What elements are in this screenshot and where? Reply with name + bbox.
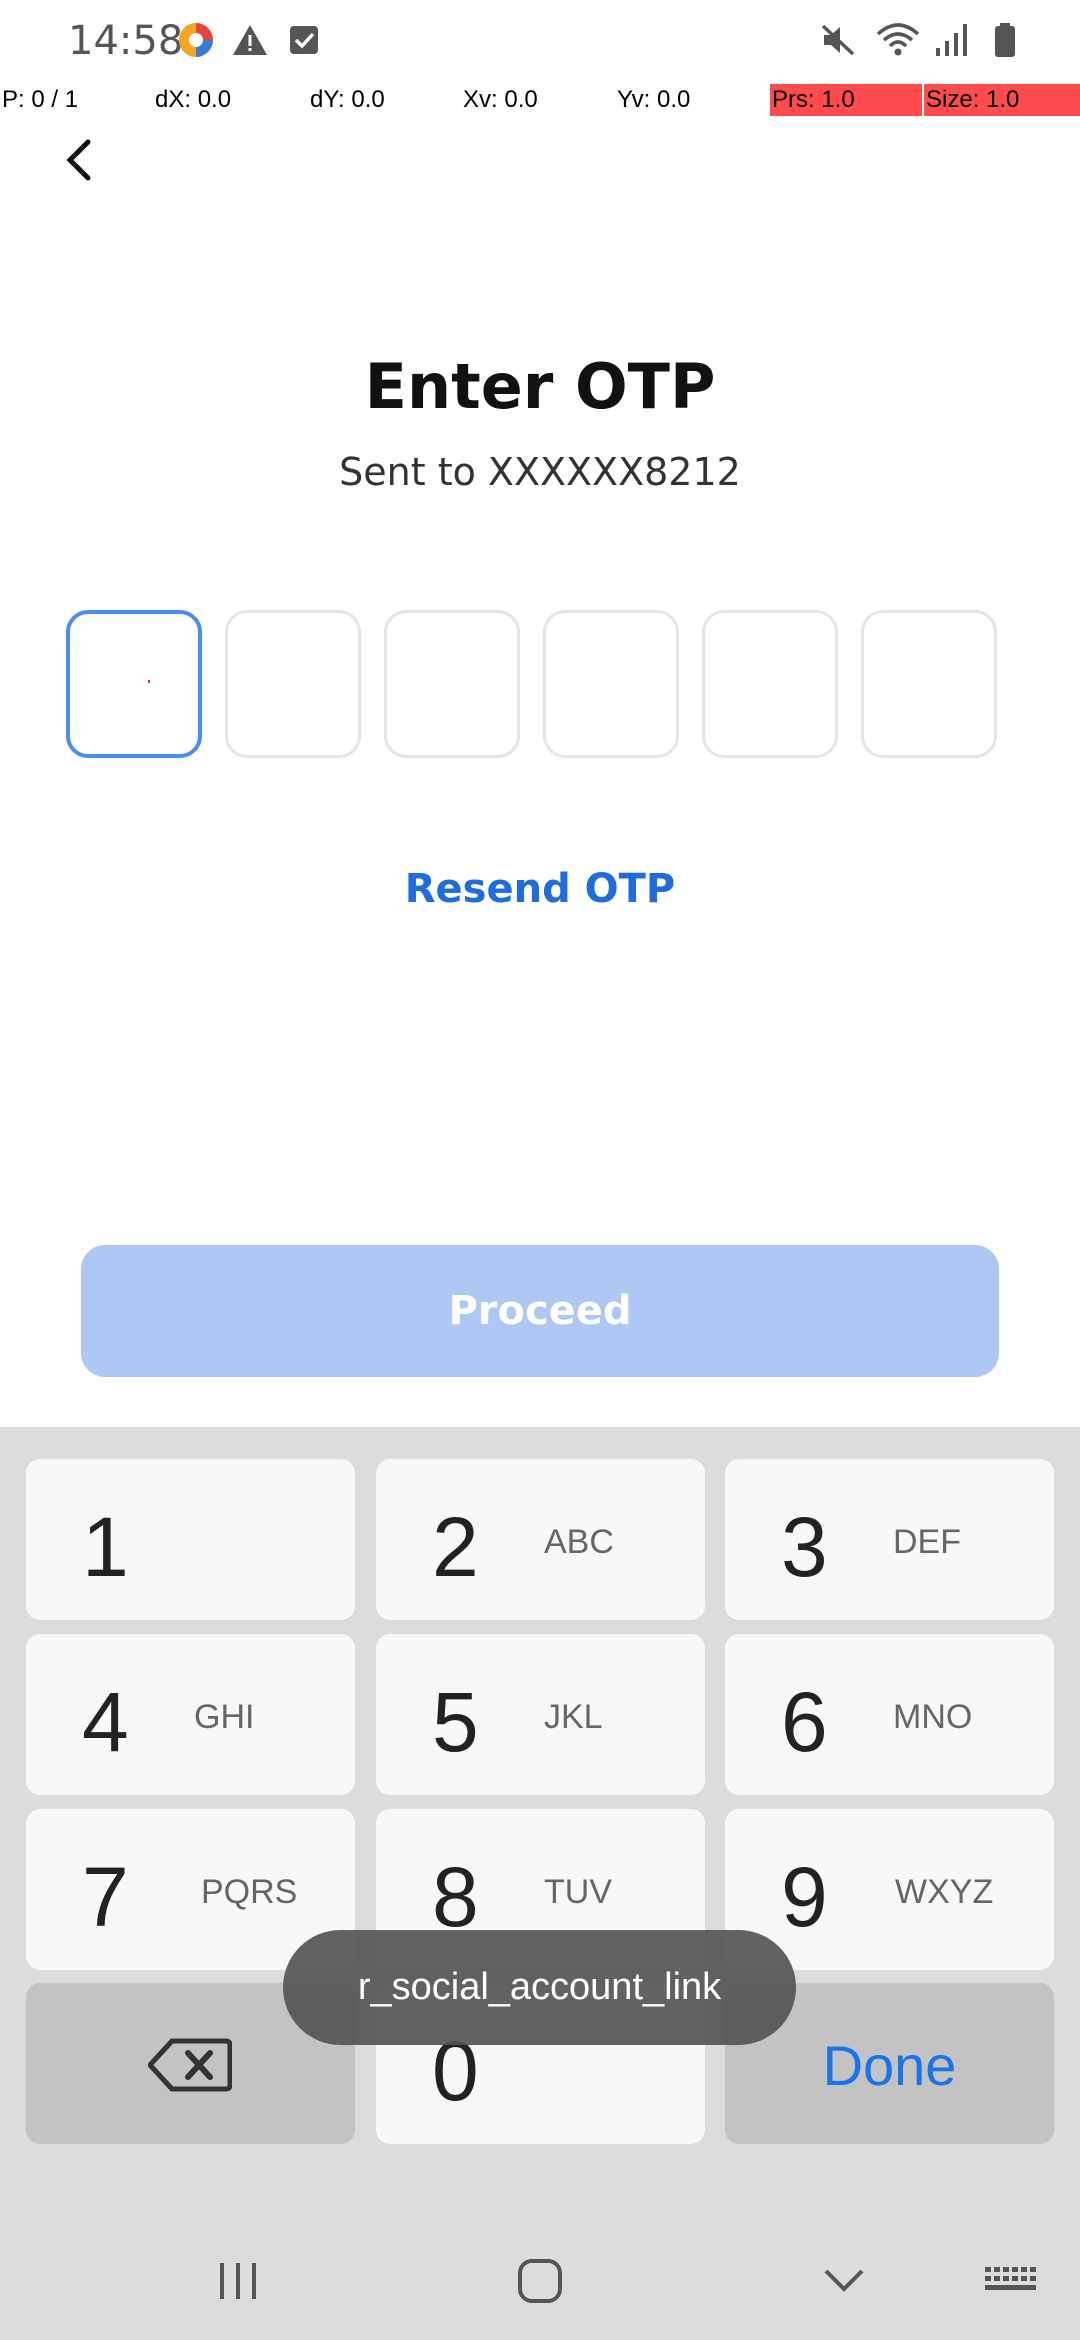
otp-sent-to-text: Sent to XXXXXX8212 bbox=[339, 450, 741, 494]
key-1[interactable]: 1 bbox=[26, 1459, 355, 1620]
key-letters: MNO bbox=[893, 1698, 973, 1736]
pointer-count: P: 0 / 1 bbox=[2, 86, 79, 113]
battery-icon bbox=[992, 20, 1032, 60]
pointer-size: Size: 1.0 bbox=[924, 84, 1080, 116]
wifi-icon bbox=[876, 20, 920, 60]
checkbox-icon bbox=[284, 20, 324, 60]
status-bar: 14:58 bbox=[0, 0, 1080, 84]
key-letters: JKL bbox=[544, 1698, 603, 1736]
proceed-button[interactable]: Proceed bbox=[81, 1245, 999, 1377]
key-digit: 5 bbox=[432, 1675, 479, 1769]
key-letters: DEF bbox=[893, 1523, 961, 1561]
pointer-xv: Xv: 0.0 bbox=[463, 86, 538, 113]
home-icon[interactable] bbox=[510, 2256, 570, 2306]
key-letters: GHI bbox=[194, 1698, 255, 1736]
key-3[interactable]: 3 DEF bbox=[725, 1459, 1054, 1620]
otp-digit-1[interactable] bbox=[66, 610, 202, 758]
otp-digit-2[interactable] bbox=[225, 610, 361, 758]
otp-digit-4[interactable] bbox=[543, 610, 679, 758]
resend-otp-link[interactable]: Resend OTP bbox=[0, 866, 1080, 912]
pointer-location-overlay: P: 0 / 1 dX: 0.0 dY: 0.0 Xv: 0.0 Yv: 0.0… bbox=[0, 84, 1080, 116]
key-digit: 1 bbox=[82, 1500, 129, 1594]
status-time: 14:58 bbox=[68, 18, 184, 64]
key-digit: 2 bbox=[432, 1500, 479, 1594]
signal-icon bbox=[934, 20, 974, 60]
keyboard-switch-icon[interactable] bbox=[980, 2256, 1040, 2306]
pointer-dx: dX: 0.0 bbox=[155, 86, 232, 113]
key-digit: 6 bbox=[781, 1675, 828, 1769]
otp-digit-6[interactable] bbox=[861, 610, 997, 758]
assistant-app-icon bbox=[176, 20, 216, 60]
key-letters: WXYZ bbox=[895, 1873, 994, 1911]
numeric-keyboard: 1 2 ABC 3 DEF 4 GHI 5 JKL 6 MNO 7 PQRS 8… bbox=[0, 1427, 1080, 2340]
otp-input-group bbox=[66, 610, 997, 758]
key-letters: TUV bbox=[544, 1873, 612, 1911]
chevron-left-icon bbox=[66, 139, 91, 181]
key-digit: 3 bbox=[781, 1500, 828, 1594]
key-6[interactable]: 6 MNO bbox=[725, 1634, 1054, 1795]
pointer-pressure: Prs: 1.0 bbox=[770, 84, 922, 116]
pointer-yv: Yv: 0.0 bbox=[617, 86, 691, 113]
back-button[interactable] bbox=[50, 130, 110, 190]
key-digit: 7 bbox=[82, 1850, 129, 1944]
navigation-bar bbox=[0, 2220, 1080, 2340]
done-label: Done bbox=[822, 2034, 957, 2097]
otp-digit-3[interactable] bbox=[384, 610, 520, 758]
key-digit: 4 bbox=[82, 1675, 129, 1769]
backspace-icon bbox=[148, 2038, 232, 2092]
recent-apps-icon[interactable] bbox=[208, 2256, 268, 2306]
key-letters: ABC bbox=[544, 1523, 614, 1561]
toast-message: r_social_account_link bbox=[283, 1930, 796, 2045]
hide-keyboard-icon[interactable] bbox=[814, 2256, 874, 2306]
key-2[interactable]: 2 ABC bbox=[376, 1459, 705, 1620]
mute-icon bbox=[818, 20, 858, 60]
key-5[interactable]: 5 JKL bbox=[376, 1634, 705, 1795]
key-letters: PQRS bbox=[201, 1873, 298, 1911]
page-title: Enter OTP bbox=[364, 350, 716, 423]
key-digit: 9 bbox=[781, 1850, 828, 1944]
otp-digit-5[interactable] bbox=[702, 610, 838, 758]
key-4[interactable]: 4 GHI bbox=[26, 1634, 355, 1795]
warning-icon bbox=[230, 20, 270, 60]
pointer-dy: dY: 0.0 bbox=[310, 86, 385, 113]
